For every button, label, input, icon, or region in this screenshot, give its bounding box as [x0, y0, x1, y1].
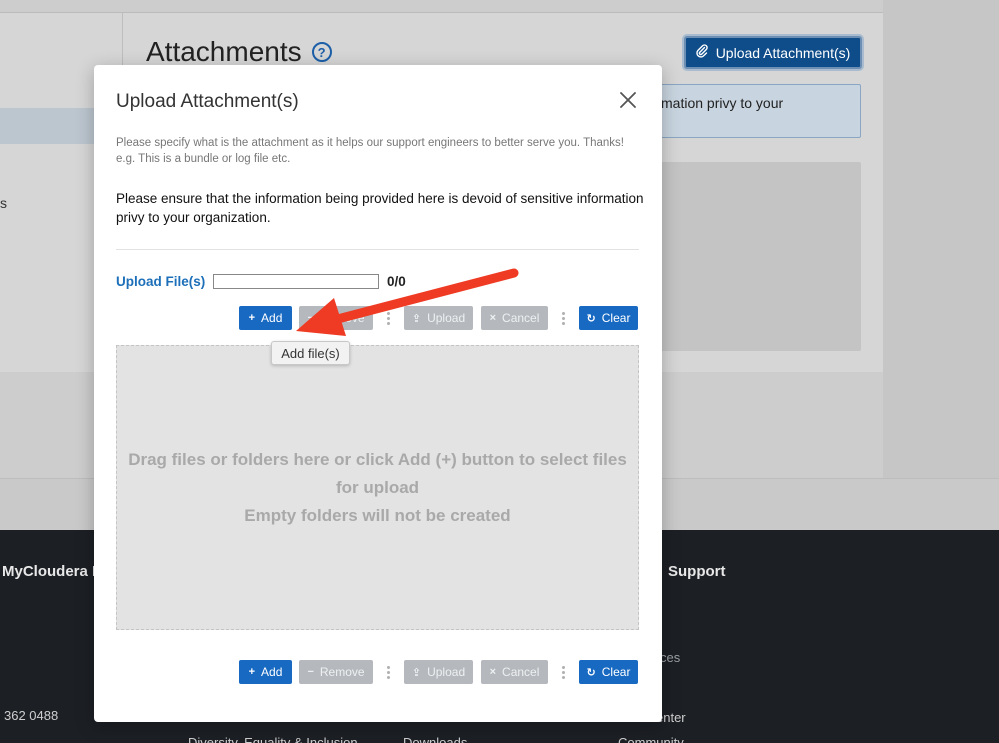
add-button-label: Add	[261, 665, 283, 679]
drop-zone-note: Empty folders will not be created	[244, 505, 511, 525]
info-alert: mation privy to your	[640, 84, 861, 138]
divider	[116, 249, 639, 250]
attachment-hint: Please specify what is the attachment as…	[116, 137, 624, 165]
upload-progress-count: 0/0	[387, 274, 406, 289]
clear-button[interactable]: ↻ Clear	[579, 306, 638, 330]
cancel-button-label: Cancel	[502, 311, 540, 325]
footer-link-services[interactable]: ces	[660, 650, 680, 665]
refresh-icon: ↻	[586, 312, 596, 325]
close-button[interactable]	[618, 90, 638, 110]
upload-button[interactable]: ⇪ Upload	[404, 660, 473, 684]
help-icon[interactable]: ?	[311, 42, 332, 62]
upload-attachments-button[interactable]: Upload Attachment(s)	[684, 36, 862, 69]
close-icon	[620, 92, 636, 108]
cancel-button[interactable]: × Cancel	[481, 660, 548, 684]
cancel-button[interactable]: × Cancel	[481, 306, 548, 330]
attachments-panel	[640, 162, 861, 351]
plus-icon: +	[248, 312, 256, 324]
upload-toolbar-top: + Add − Remove ⇪ Upload × Cancel ↻ Clear	[239, 306, 638, 330]
upload-button-label: Upload	[427, 311, 466, 325]
upload-files-label: Upload File(s)	[116, 274, 206, 289]
add-button[interactable]: + Add	[239, 660, 292, 684]
cancel-button-label: Cancel	[502, 665, 540, 679]
upload-toolbar-bottom: + Add − Remove ⇪ Upload × Cancel ↻ Clear	[239, 660, 638, 684]
upload-progress-bar	[213, 274, 379, 289]
footer-heading-support: Support	[668, 563, 726, 580]
upload-icon: ⇪	[411, 666, 422, 679]
page-title: Attachments	[146, 36, 302, 67]
drop-zone-instructions: Drag files or folders here or click Add …	[128, 449, 627, 497]
file-drop-zone[interactable]: Drag files or folders here or click Add …	[116, 345, 639, 630]
add-files-tooltip: Add file(s)	[271, 341, 350, 365]
minus-icon: −	[307, 312, 314, 324]
attachments-heading: Attachments ?	[146, 36, 332, 68]
drag-handle-icon	[373, 311, 404, 325]
drag-handle-icon	[373, 665, 404, 679]
left-column-text: s	[0, 195, 7, 211]
clear-button[interactable]: ↻ Clear	[579, 660, 638, 684]
upload-attachments-dialog: Upload Attachment(s) Please specify what…	[94, 65, 662, 722]
refresh-icon: ↻	[586, 666, 596, 679]
page-gutter	[883, 0, 999, 478]
drag-handle-icon	[548, 665, 579, 679]
footer-heading-mycloudera: MyCloudera H	[2, 563, 103, 580]
drag-handle-icon	[548, 311, 579, 325]
add-button[interactable]: + Add	[239, 306, 292, 330]
upload-attachments-label: Upload Attachment(s)	[715, 44, 851, 61]
remove-button[interactable]: − Remove	[299, 306, 373, 330]
footer-link-downloads[interactable]: Downloads	[403, 735, 467, 743]
footer-link-diversity[interactable]: Diversity, Equality & Inclusion	[188, 735, 358, 743]
footer-link-community[interactable]: Community	[618, 735, 684, 743]
footer-phone: 362 0488	[4, 708, 59, 723]
upload-button[interactable]: ⇪ Upload	[404, 306, 473, 330]
dialog-title: Upload Attachment(s)	[116, 91, 299, 112]
add-button-label: Add	[261, 311, 283, 325]
minus-icon: −	[307, 666, 314, 678]
remove-button[interactable]: − Remove	[299, 660, 373, 684]
info-alert-text: mation privy to your	[661, 95, 784, 111]
upload-icon: ⇪	[411, 312, 422, 325]
clear-button-label: Clear	[601, 311, 631, 325]
cancel-icon: ×	[489, 312, 497, 324]
remove-button-label: Remove	[319, 665, 365, 679]
plus-icon: +	[248, 666, 256, 678]
paperclip-icon	[695, 44, 708, 61]
clear-button-label: Clear	[601, 665, 631, 679]
cancel-icon: ×	[489, 666, 497, 678]
upload-button-label: Upload	[427, 665, 466, 679]
remove-button-label: Remove	[319, 311, 365, 325]
sensitive-info-notice: Please ensure that the information being…	[116, 191, 644, 225]
